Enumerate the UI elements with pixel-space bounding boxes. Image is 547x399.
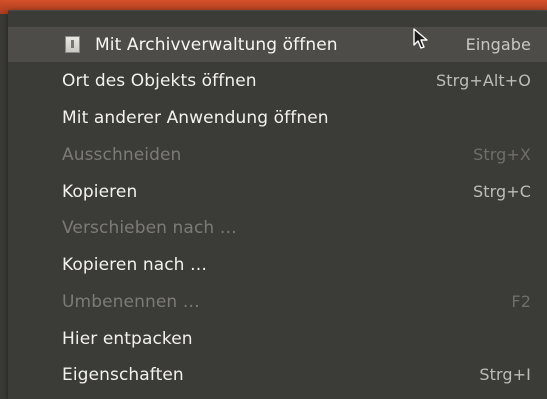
menu-item-copy-to[interactable]: Kopieren nach …	[8, 247, 547, 282]
menu-item-label: Mit Archivverwaltung öffnen	[95, 34, 338, 55]
menu-item-open-object-location[interactable]: Ort des Objekts öffnen Strg+Alt+O	[8, 63, 547, 98]
menu-item-label: Hier entpacken	[62, 328, 193, 349]
menu-item-open-with-other-application[interactable]: Mit anderer Anwendung öffnen	[8, 100, 547, 135]
context-menu: Mit Archivverwaltung öffnen Eingabe Ort …	[8, 10, 547, 399]
menu-item-shortcut: Strg+C	[472, 182, 531, 201]
archive-icon	[65, 36, 80, 53]
menu-item-label: Umbenennen …	[62, 291, 200, 312]
menu-item-label: Ausschneiden	[62, 144, 182, 165]
menu-item-label: Eigenschaften	[62, 364, 184, 385]
menu-item-label: Kopieren	[62, 181, 138, 202]
menu-item-copy[interactable]: Kopieren Strg+C	[8, 174, 547, 209]
menu-item-label: Mit anderer Anwendung öffnen	[62, 107, 329, 128]
menu-item-open-with-archive-manager[interactable]: Mit Archivverwaltung öffnen Eingabe	[8, 27, 547, 62]
menu-item-rename[interactable]: Umbenennen … F2	[8, 284, 547, 319]
menu-item-label: Kopieren nach …	[62, 254, 208, 275]
menu-item-label: Ort des Objekts öffnen	[62, 70, 257, 91]
menu-item-shortcut: Strg+Alt+O	[436, 71, 531, 90]
menu-item-extract-here[interactable]: Hier entpacken	[8, 321, 547, 356]
menu-item-shortcut: Strg+I	[479, 365, 531, 384]
menu-item-shortcut: Eingabe	[465, 35, 531, 54]
arrow-cursor-icon	[413, 28, 428, 49]
menu-item-properties[interactable]: Eigenschaften Strg+I	[8, 357, 547, 392]
menu-item-shortcut: Strg+X	[473, 145, 531, 164]
menu-item-move-to[interactable]: Verschieben nach …	[8, 210, 547, 245]
menu-item-cut[interactable]: Ausschneiden Strg+X	[8, 137, 547, 172]
menu-item-label: Verschieben nach …	[62, 217, 237, 238]
menu-item-shortcut: F2	[511, 292, 531, 311]
